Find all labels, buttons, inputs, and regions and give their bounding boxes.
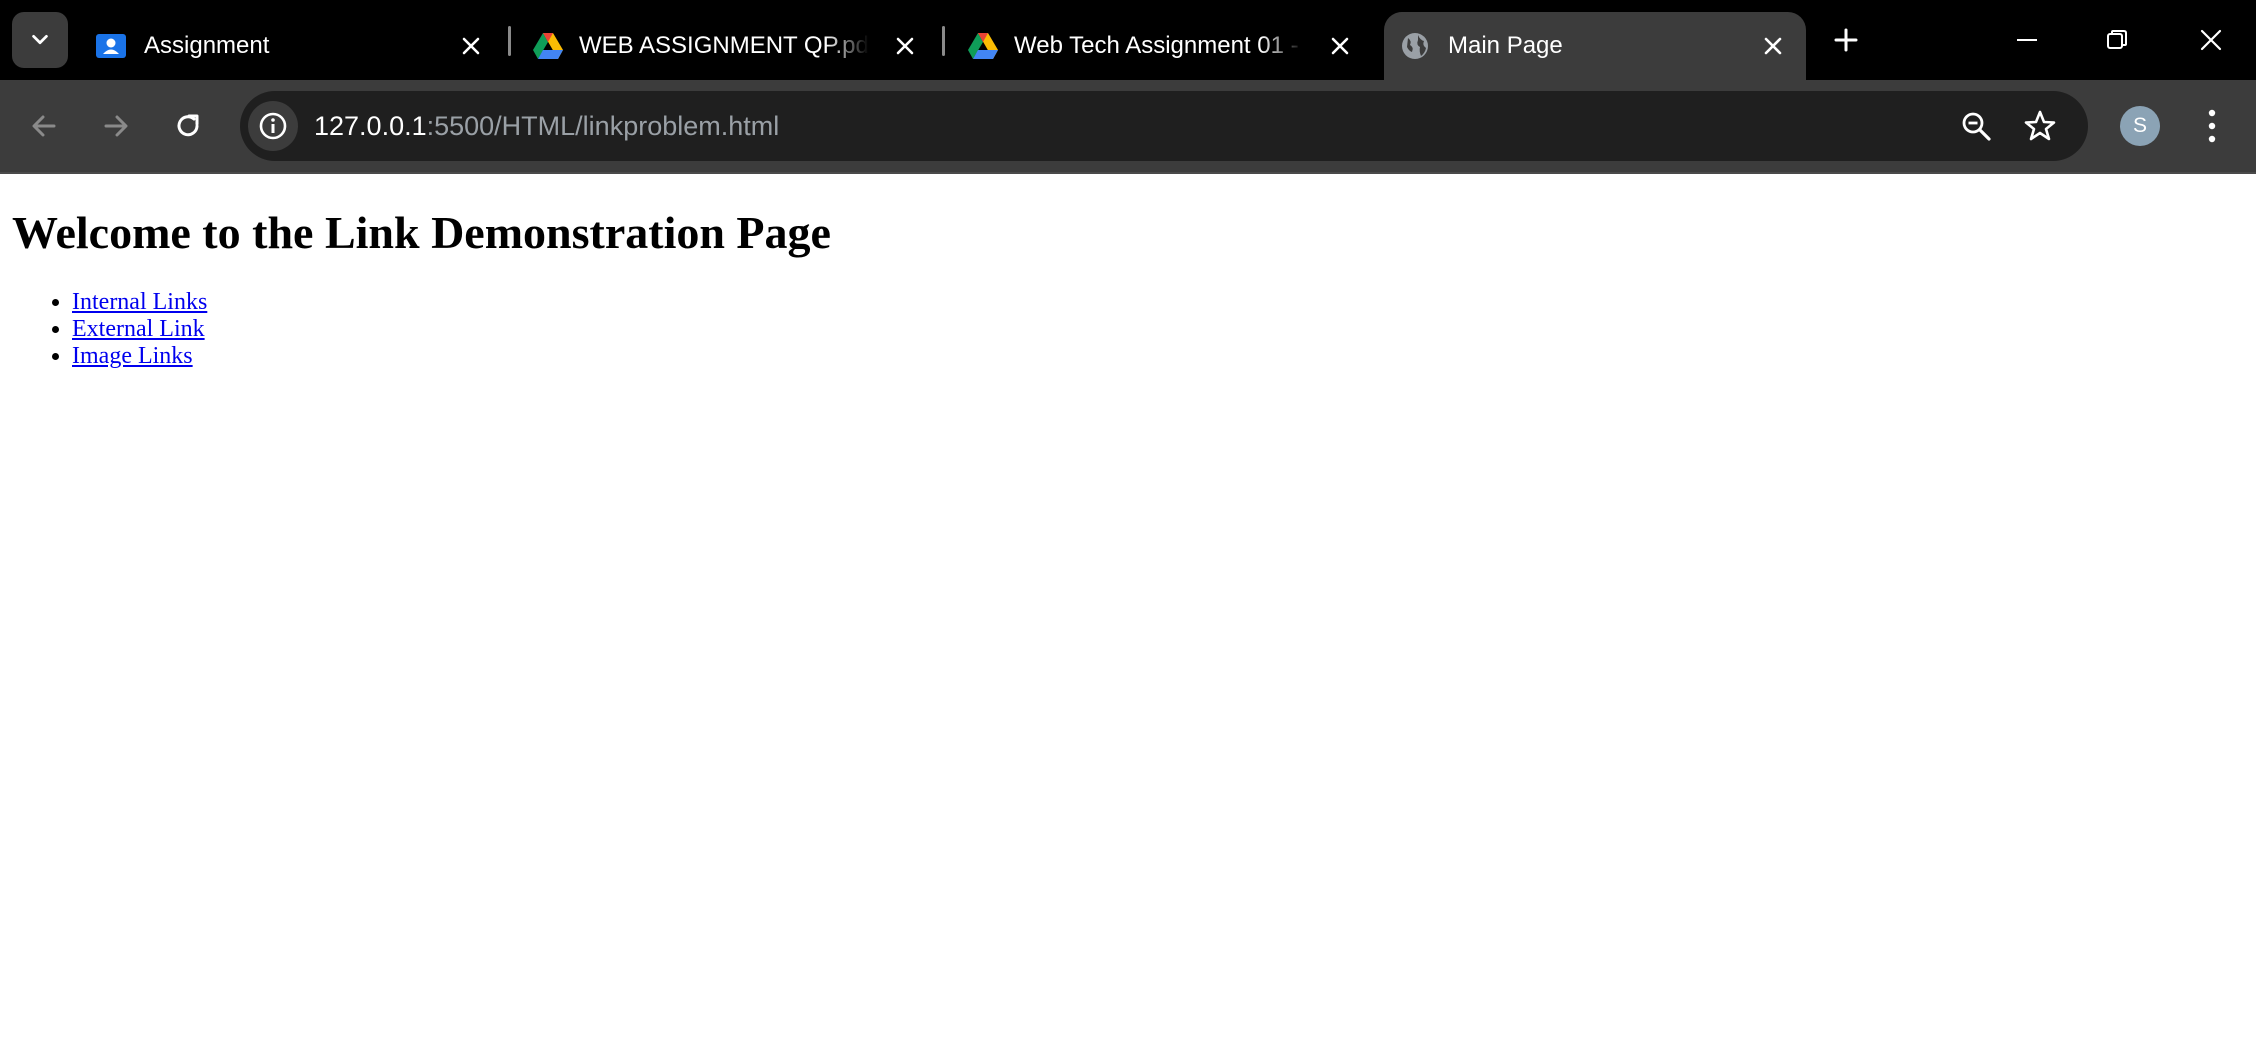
internal-links-link[interactable]: Internal Links xyxy=(72,289,207,315)
tab-strip: Assignment WEB ASSIGNMENT QP.pdf - Googl… xyxy=(0,0,2256,80)
bookmark-button[interactable] xyxy=(2020,106,2060,146)
close-icon xyxy=(1331,37,1349,55)
restore-icon xyxy=(2107,30,2127,49)
tab-search-button[interactable] xyxy=(12,12,68,68)
tab-separator xyxy=(942,26,945,56)
list-item: Internal Links xyxy=(72,289,207,316)
address-bar[interactable]: 127.0.0.1:5500/HTML/linkproblem.html xyxy=(240,91,2088,161)
close-icon xyxy=(462,37,480,55)
close-icon xyxy=(2200,29,2222,51)
globe-icon xyxy=(1398,29,1432,63)
new-tab-button[interactable] xyxy=(1826,12,1866,68)
forward-button[interactable] xyxy=(92,102,140,150)
tab-separator xyxy=(508,26,511,56)
tab-title: WEB ASSIGNMENT QP.pdf - Google Drive xyxy=(579,32,869,59)
tab-title: Web Tech Assignment 01 - Google Drive xyxy=(1014,32,1304,59)
arrow-left-icon xyxy=(32,115,56,137)
external-link-link[interactable]: External Link xyxy=(72,316,205,342)
url-host: 127.0.0.1 xyxy=(314,110,427,141)
page-heading: Welcome to the Link Demonstration Page xyxy=(12,207,831,258)
google-drive-icon xyxy=(966,29,1000,63)
tab-web-assignment-qp[interactable]: WEB ASSIGNMENT QP.pdf - Google Drive xyxy=(515,12,935,80)
tab-title: Assignment xyxy=(144,32,270,59)
tab-close-button[interactable] xyxy=(456,31,486,61)
profile-avatar[interactable]: S xyxy=(2120,106,2160,146)
zoom-button[interactable] xyxy=(1956,106,1996,146)
tab-close-button[interactable] xyxy=(890,31,920,61)
info-icon xyxy=(259,112,287,140)
restore-button[interactable] xyxy=(2072,0,2162,80)
link-list: Internal Links External Link Image Links xyxy=(12,289,207,370)
back-button[interactable] xyxy=(20,102,68,150)
url-text[interactable]: 127.0.0.1:5500/HTML/linkproblem.html xyxy=(314,91,779,161)
close-icon xyxy=(896,37,914,55)
tab-close-button[interactable] xyxy=(1758,31,1788,61)
more-vert-icon xyxy=(2208,109,2216,143)
plus-icon xyxy=(1834,28,1858,52)
site-info-button[interactable] xyxy=(248,101,298,151)
image-links-link[interactable]: Image Links xyxy=(72,343,193,369)
close-icon xyxy=(1764,37,1782,55)
tab-title: Main Page xyxy=(1448,32,1563,59)
arrow-right-icon xyxy=(104,115,128,137)
url-path: :5500/HTML/linkproblem.html xyxy=(426,110,780,141)
minimize-button[interactable] xyxy=(1982,0,2072,80)
browser-toolbar: 127.0.0.1:5500/HTML/linkproblem.html S xyxy=(0,80,2256,172)
page-content: Welcome to the Link Demonstration Page I… xyxy=(0,174,2256,1048)
reload-icon xyxy=(177,114,199,137)
star-icon xyxy=(2024,110,2056,141)
chevron-down-icon xyxy=(32,34,48,45)
google-classroom-icon xyxy=(94,29,128,63)
tab-assignment[interactable]: Assignment xyxy=(80,12,500,80)
reload-button[interactable] xyxy=(164,102,212,150)
zoom-out-icon xyxy=(1962,112,1991,141)
tab-close-button[interactable] xyxy=(1325,31,1355,61)
tab-web-tech-assignment[interactable]: Web Tech Assignment 01 - Google Drive xyxy=(950,12,1370,80)
google-drive-icon xyxy=(531,29,565,63)
tab-main-page[interactable]: Main Page xyxy=(1384,12,1806,80)
list-item: Image Links xyxy=(72,343,207,370)
close-window-button[interactable] xyxy=(2166,0,2256,80)
browser-menu-button[interactable] xyxy=(2194,102,2230,150)
minimize-icon xyxy=(2017,39,2037,41)
list-item: External Link xyxy=(72,316,207,343)
